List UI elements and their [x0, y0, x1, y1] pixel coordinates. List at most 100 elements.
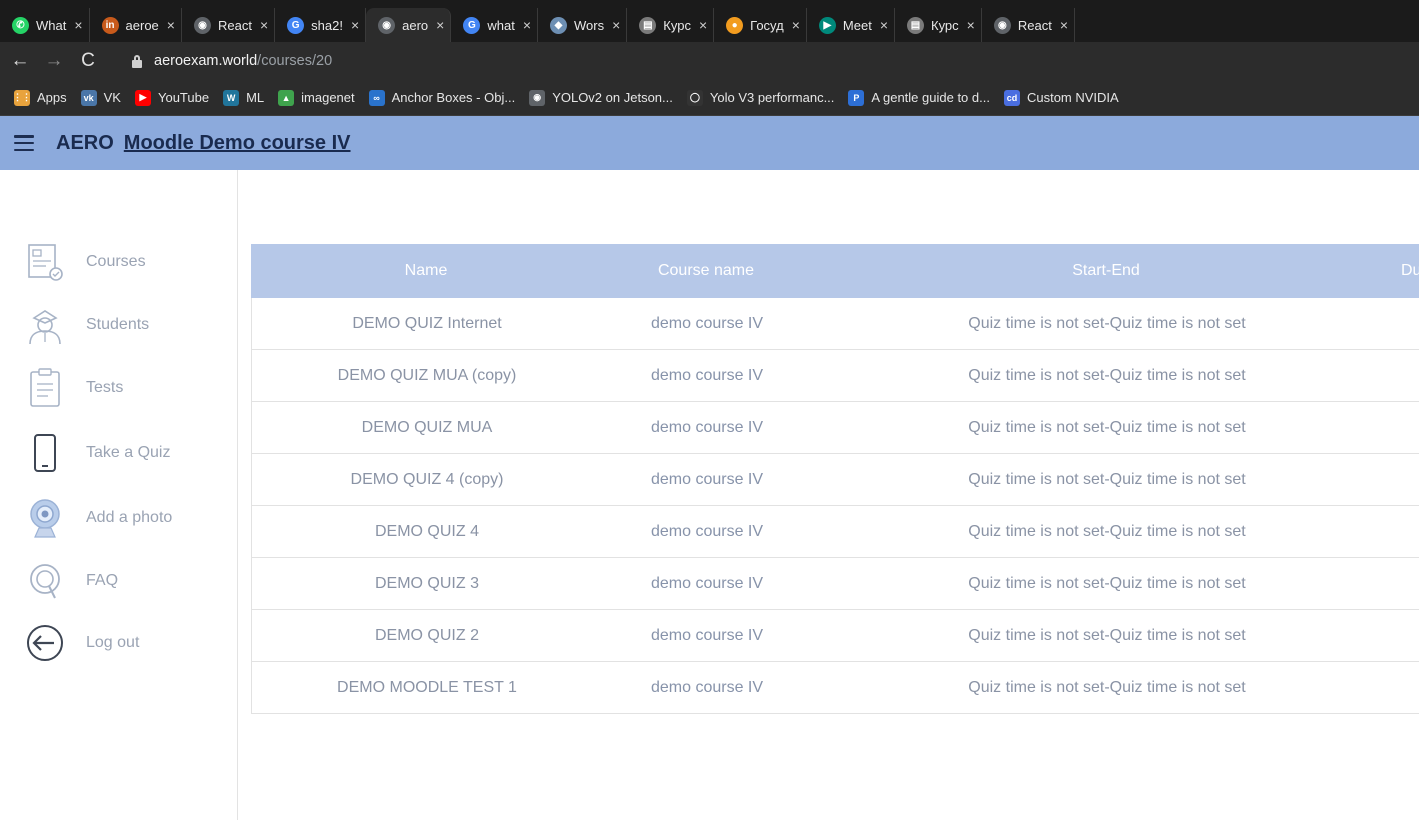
- cell-course-name: demo course IV: [650, 626, 764, 644]
- browser-tab[interactable]: in aeroe ×: [90, 8, 182, 42]
- browser-tab[interactable]: ▶ Meet ×: [807, 8, 895, 42]
- cell-name: DEMO QUIZ 3: [374, 574, 479, 592]
- document-icon: ▤: [907, 16, 924, 34]
- column-header-name[interactable]: Name: [251, 262, 601, 280]
- bookmark-label: A gentle guide to d...: [871, 90, 990, 105]
- column-header-course-name[interactable]: Course name: [601, 262, 811, 280]
- column-header-start-end[interactable]: Start-End: [811, 262, 1401, 280]
- cd-icon: cd: [1003, 89, 1020, 106]
- back-arrow-icon[interactable]: ←: [6, 50, 34, 72]
- bookmark-item[interactable]: ◯ Yolo V3 performanc...: [686, 89, 834, 106]
- browser-tab[interactable]: Gwhat ×: [451, 8, 538, 42]
- sidebar-item-add-a-photo[interactable]: Add a photo: [22, 494, 172, 542]
- lock-icon[interactable]: [132, 54, 142, 68]
- browser-tab[interactable]: ▤ Курс ×: [895, 8, 982, 42]
- table-row[interactable]: DEMO QUIZ 2 demo course IV Quiz time is no…: [251, 610, 1419, 662]
- cell-name: DEMO MOODLE TEST 1: [337, 678, 517, 696]
- browser-tab[interactable]: ▤ Курс ×: [627, 8, 715, 42]
- webcam-icon: [22, 494, 68, 542]
- close-tab-icon[interactable]: ×: [167, 17, 175, 33]
- sidebar-item-label: Take a Quiz: [86, 444, 171, 461]
- browser-tab[interactable]: Gsha2! ×: [275, 8, 367, 42]
- reload-icon[interactable]: C: [74, 50, 102, 72]
- tab-label: aeroe: [125, 17, 159, 33]
- youtube-icon: ▶: [134, 89, 151, 106]
- cell-course-name: demo course IV: [650, 418, 764, 436]
- table-row[interactable]: DEMO QUIZ MUA (copy) demo course IV Quiz t…: [251, 350, 1419, 402]
- close-tab-icon[interactable]: ×: [880, 17, 888, 33]
- browser-tab[interactable]: ✆ What ×: [0, 8, 90, 42]
- browser-tab[interactable]: ◆ Wors ×: [538, 8, 628, 42]
- bookmark-item[interactable]: W ML: [223, 89, 264, 106]
- close-tab-icon[interactable]: ×: [436, 17, 444, 33]
- bookmark-item[interactable]: cd Custom NVIDIA: [1003, 89, 1119, 106]
- google-icon: G: [287, 16, 305, 34]
- sidebar-item-take-a-quiz[interactable]: Take a Quiz: [22, 429, 170, 477]
- column-header-duration[interactable]: Du: [1401, 262, 1419, 280]
- sidebar-item-courses[interactable]: Courses: [22, 238, 146, 286]
- sidebar-item-tests[interactable]: Tests: [22, 364, 123, 412]
- close-tab-icon[interactable]: ×: [792, 17, 800, 33]
- courses-icon: [22, 238, 68, 286]
- table-row[interactable]: DEMO QUIZ 4 (copy) demo course IV Quiz tim…: [251, 454, 1419, 506]
- apps-grid-icon: ⋮⋮: [13, 89, 31, 106]
- bookmarks-bar: ⋮⋮ Apps vk VK ▶ YouTube W ML ▲ imagenet ∞ Anchor Bo…: [0, 80, 1419, 116]
- bookmark-item[interactable]: vk VK: [80, 89, 121, 106]
- forward-arrow-icon[interactable]: →: [40, 50, 68, 72]
- sidebar-item-log-out[interactable]: Log out: [22, 619, 139, 667]
- sidebar-item-students[interactable]: Students: [22, 301, 149, 349]
- bookmark-label: imagenet: [301, 90, 355, 105]
- cell-start-end: Quiz time is not set-Quiz time is not se…: [968, 678, 1246, 696]
- close-tab-icon[interactable]: ×: [612, 17, 620, 33]
- close-tab-icon[interactable]: ×: [967, 17, 975, 33]
- browser-tab[interactable]: ● Госуд ×: [714, 8, 807, 42]
- linkedin-icon: in: [101, 16, 119, 34]
- close-tab-icon[interactable]: ×: [523, 17, 531, 33]
- cell-start-end: Quiz time is not set-Quiz time is not se…: [968, 314, 1246, 332]
- bookmark-label: Custom NVIDIA: [1026, 90, 1119, 105]
- url-host: aeroexam.world: [154, 53, 258, 69]
- bookmark-label: YouTube: [157, 90, 210, 105]
- tab-label: What: [36, 17, 67, 33]
- hamburger-menu-icon[interactable]: [14, 135, 34, 151]
- bookmark-item[interactable]: P A gentle guide to d...: [848, 89, 990, 106]
- cell-course-name: demo course IV: [650, 314, 764, 332]
- url-field[interactable]: aeroexam.world/courses/20: [154, 53, 332, 69]
- browser-tab[interactable]: ◉ aero ×: [366, 8, 452, 42]
- tab-label: sha2!: [311, 17, 343, 33]
- cell-name: DEMO QUIZ MUA (copy): [337, 366, 517, 384]
- orange-globe-icon: ●: [726, 16, 744, 34]
- close-tab-icon[interactable]: ×: [351, 17, 359, 33]
- brand-logo-text: AERO: [56, 131, 114, 154]
- table-row[interactable]: DEMO QUIZ 3 demo course IV Quiz time is no…: [251, 558, 1419, 610]
- vk-icon: vk: [80, 89, 97, 106]
- browser-tab[interactable]: ◉ React ×: [982, 8, 1076, 42]
- cell-name: DEMO QUIZ MUA: [361, 418, 493, 436]
- course-title-link[interactable]: Moodle Demo course IV: [124, 132, 351, 155]
- table-row[interactable]: DEMO QUIZ MUA demo course IV Quiz time is …: [251, 402, 1419, 454]
- quiz-table: Name Course name Start-End Du DEMO QUIZ …: [251, 244, 1419, 714]
- close-tab-icon[interactable]: ×: [74, 17, 82, 33]
- cell-start-end: Quiz time is not set-Quiz time is not se…: [968, 522, 1246, 540]
- cell-name: DEMO QUIZ Internet: [352, 314, 502, 332]
- table-row[interactable]: DEMO QUIZ Internet demo course IV Quiz tim…: [251, 298, 1419, 350]
- tab-label: what: [487, 17, 515, 33]
- bookmark-item[interactable]: ∞ Anchor Boxes - Obj...: [368, 89, 515, 106]
- browser-address-bar: ← → C aeroexam.world/courses/20: [0, 42, 1419, 80]
- bookmark-item[interactable]: ◉ YOLOv2 on Jetson...: [529, 89, 673, 106]
- close-tab-icon[interactable]: ×: [1060, 17, 1068, 33]
- table-body: DEMO QUIZ Internet demo course IV Quiz tim…: [251, 298, 1419, 714]
- tab-label: Госуд: [750, 17, 784, 33]
- bookmark-item[interactable]: ⋮⋮ Apps: [13, 89, 67, 106]
- bookmark-item[interactable]: ▲ imagenet: [278, 89, 355, 106]
- close-tab-icon[interactable]: ×: [699, 17, 707, 33]
- browser-tab[interactable]: ◉ React ×: [182, 8, 276, 42]
- close-tab-icon[interactable]: ×: [260, 17, 268, 33]
- browser-tab-bar: ✆ What × in aeroe × ◉ React × Gsha2! × ◉ aero × Gwhat ×…: [0, 0, 1419, 42]
- table-row[interactable]: DEMO QUIZ 4 demo course IV Quiz time is no…: [251, 506, 1419, 558]
- bookmark-item[interactable]: ▶ YouTube: [134, 89, 210, 106]
- cell-start-end: Quiz time is not set-Quiz time is not se…: [968, 574, 1246, 592]
- cell-start-end: Quiz time is not set-Quiz time is not se…: [968, 470, 1246, 488]
- sidebar-item-faq[interactable]: FAQ: [22, 557, 118, 605]
- table-row[interactable]: DEMO MOODLE TEST 1 demo course IV Quiz tim…: [251, 662, 1419, 714]
